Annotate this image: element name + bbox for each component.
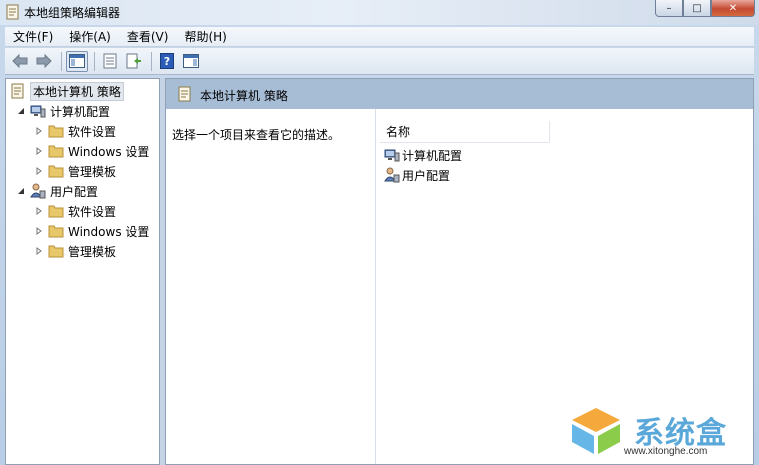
collapsed-arrow-icon[interactable] (34, 226, 44, 236)
tree-item-admin-templates[interactable]: 管理模板 (34, 241, 116, 261)
export-list-icon (126, 53, 141, 69)
show-hide-tree-icon (69, 54, 85, 68)
tree-item-root[interactable]: 本地计算机 策略 (10, 81, 124, 101)
folder-icon (48, 205, 64, 218)
toolbar-separator (94, 51, 95, 71)
menu-help[interactable]: 帮助(H) (176, 27, 234, 47)
tree-item-label: Windows 设置 (68, 144, 150, 159)
watermark: 系统盒 www.xitonghe.com (566, 404, 756, 462)
menu-view[interactable]: 查看(V) (119, 27, 177, 47)
tree-item-label: 本地计算机 策略 (30, 81, 124, 101)
watermark-url: www.xitonghe.com (624, 446, 708, 457)
expanded-arrow-icon[interactable] (16, 106, 26, 116)
tree-item-windows-settings[interactable]: Windows 设置 (34, 221, 149, 241)
details-header-title: 本地计算机 策略 (200, 89, 288, 103)
maximize-button[interactable]: □ (683, 0, 711, 17)
show-hide-action-pane-icon (183, 54, 199, 68)
window-controls: – □ ✕ (655, 0, 755, 18)
toolbar-separator (61, 51, 62, 71)
tree-item-admin-templates[interactable]: 管理模板 (34, 161, 116, 181)
back-arrow-icon (12, 54, 28, 68)
forward-arrow-icon (36, 54, 52, 68)
tree-item-computer-config[interactable]: 计算机配置 (16, 101, 110, 121)
tree-item-software-settings[interactable]: 软件设置 (34, 121, 116, 141)
window-title: 本地组策略编辑器 (24, 6, 121, 20)
list-item-label: 计算机配置 (402, 148, 463, 163)
toolbar: ? (5, 48, 754, 75)
tree-item-label: 软件设置 (68, 124, 117, 139)
details-header: 本地计算机 策略 (166, 79, 753, 109)
tree-item-label: 计算机配置 (50, 104, 111, 119)
collapsed-arrow-icon[interactable] (34, 246, 44, 256)
list-item-user-config[interactable]: 用户配置 (384, 165, 450, 185)
computer-config-icon (30, 105, 46, 118)
back-button[interactable] (9, 51, 31, 72)
computer-config-icon (384, 149, 400, 162)
tree-item-label: 管理模板 (68, 244, 117, 259)
properties-icon (103, 53, 117, 69)
tree-item-windows-settings[interactable]: Windows 设置 (34, 141, 149, 161)
tree-item-label: 用户配置 (50, 184, 99, 199)
svg-text:?: ? (164, 55, 170, 68)
show-hide-action-pane-button[interactable] (180, 51, 202, 72)
brand-logo-icon (572, 408, 620, 454)
folder-icon (48, 145, 64, 158)
export-list-button[interactable] (123, 51, 145, 72)
help-icon: ? (160, 53, 174, 69)
collapsed-arrow-icon[interactable] (34, 146, 44, 156)
user-config-icon (30, 183, 46, 199)
tree-item-label: 软件设置 (68, 204, 117, 219)
tree-item-label: 管理模板 (68, 164, 117, 179)
folder-icon (48, 165, 64, 178)
tree-item-user-config[interactable]: 用户配置 (16, 181, 98, 201)
collapsed-arrow-icon[interactable] (34, 206, 44, 216)
minimize-button[interactable]: – (655, 0, 683, 17)
expanded-arrow-icon[interactable] (16, 186, 26, 196)
toolbar-separator (151, 51, 152, 71)
collapsed-arrow-icon[interactable] (34, 126, 44, 136)
column-header-name[interactable]: 名称 (380, 121, 550, 143)
tree-item-label: Windows 设置 (68, 224, 150, 239)
show-hide-tree-button[interactable] (66, 50, 88, 72)
policy-document-icon (11, 83, 24, 99)
menu-bar: 文件(F) 操作(A) 查看(V) 帮助(H) (5, 27, 754, 47)
close-button[interactable]: ✕ (711, 0, 755, 17)
forward-button[interactable] (33, 51, 55, 72)
policy-document-icon (178, 86, 191, 102)
description-column: 选择一个项目来查看它的描述。 (166, 109, 376, 464)
user-config-icon (384, 167, 400, 183)
help-button[interactable]: ? (156, 51, 178, 72)
folder-icon (48, 125, 64, 138)
column-header-label: 名称 (386, 125, 411, 139)
properties-button[interactable] (99, 51, 121, 72)
folder-icon (48, 245, 64, 258)
folder-icon (48, 225, 64, 238)
title-bar[interactable]: 本地组策略编辑器 – □ ✕ (0, 0, 759, 25)
menu-action[interactable]: 操作(A) (61, 27, 119, 47)
tree-pane: 本地计算机 策略 计算机配置 软件设置 Windows 设置 管理模板 用户配置 (5, 78, 160, 465)
main-window: 本地组策略编辑器 – □ ✕ 文件(F) 操作(A) 查看(V) 帮助(H) ?… (0, 0, 759, 465)
policy-document-icon (6, 4, 19, 20)
collapsed-arrow-icon[interactable] (34, 166, 44, 176)
tree-item-software-settings[interactable]: 软件设置 (34, 201, 116, 221)
menu-file[interactable]: 文件(F) (5, 27, 61, 47)
description-text: 选择一个项目来查看它的描述。 (172, 128, 341, 142)
list-item-label: 用户配置 (402, 168, 451, 183)
list-item-computer-config[interactable]: 计算机配置 (384, 145, 462, 165)
